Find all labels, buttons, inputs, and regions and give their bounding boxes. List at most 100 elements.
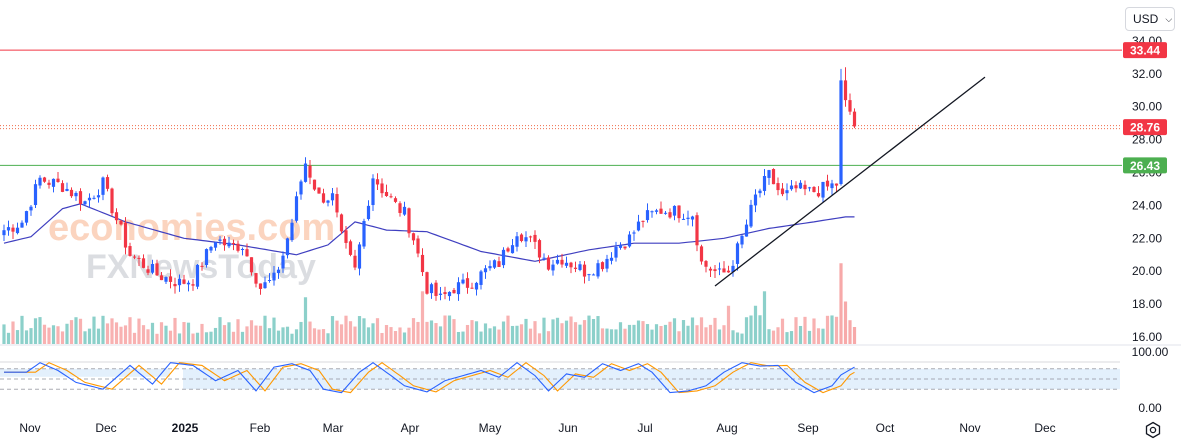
candle-body	[182, 279, 186, 284]
candle-body	[573, 267, 578, 269]
volume-bar	[2, 324, 6, 344]
candle-body	[33, 184, 38, 206]
candle-body	[830, 183, 834, 189]
candle-body	[519, 234, 524, 242]
volume-bar	[771, 330, 776, 344]
volume-bar	[807, 330, 812, 344]
volume-bar	[335, 320, 339, 344]
candle-body	[438, 293, 443, 295]
volume-bar	[560, 323, 564, 344]
volume-bar	[717, 329, 722, 344]
candle-body	[470, 287, 474, 289]
candle-body	[767, 170, 771, 178]
candle-body	[321, 193, 326, 203]
candle-body	[560, 259, 564, 265]
volume-bar	[668, 321, 672, 344]
volume-bar	[20, 315, 24, 344]
candle-body	[29, 206, 33, 211]
volume-bar	[564, 320, 569, 344]
time-tick-label: Nov	[959, 421, 980, 435]
candle-body	[492, 260, 497, 268]
candle-body	[110, 188, 114, 214]
volume-bar	[627, 324, 632, 344]
volume-bar	[641, 321, 645, 344]
volume-bar	[834, 316, 839, 344]
candle-body	[11, 227, 15, 232]
volume-bar	[209, 331, 213, 344]
candle-body	[528, 236, 533, 238]
currency-selector[interactable]: USD ⌵	[1125, 7, 1175, 31]
candle-body	[452, 289, 456, 294]
volume-bar	[357, 316, 362, 344]
candle-body	[771, 169, 776, 185]
volume-bar	[438, 326, 443, 344]
candle-body	[281, 255, 285, 269]
volume-bar	[6, 332, 11, 344]
candle-body	[236, 243, 240, 251]
candle-body	[83, 201, 87, 205]
candle-body	[407, 208, 411, 234]
candle-body	[497, 261, 501, 267]
volume-bar	[393, 331, 398, 344]
watermark: economies.com FXNewsToday	[48, 207, 335, 286]
volume-bar	[551, 319, 555, 344]
volume-bar	[816, 328, 821, 344]
candle-body	[92, 197, 96, 199]
volume-bar	[371, 323, 375, 344]
candle-body	[137, 257, 141, 259]
volume-bar	[51, 325, 56, 344]
volume-bar	[240, 331, 245, 344]
volume-bar	[533, 321, 537, 344]
candle-body	[411, 233, 416, 241]
volume-bar	[645, 324, 650, 344]
volume-bar	[672, 318, 677, 344]
candle-body	[150, 264, 155, 273]
candle-body	[627, 234, 632, 247]
volume-bar	[42, 324, 47, 344]
candle-body	[708, 268, 713, 271]
volume-bar	[825, 315, 830, 344]
candle-body	[596, 263, 600, 277]
chevron-down-icon: ⌵	[1165, 13, 1173, 24]
candle-body	[663, 212, 668, 214]
volume-bar	[398, 327, 402, 344]
candle-body	[105, 177, 110, 189]
candle-body	[740, 235, 744, 245]
volume-bar	[758, 315, 762, 344]
volume-bar	[47, 327, 51, 344]
price-chart[interactable]: economies.com FXNewsToday 34.0032.0030.0…	[0, 0, 1181, 447]
volume-bar	[330, 316, 335, 344]
volume-bar	[492, 326, 497, 344]
candle-body	[123, 222, 128, 248]
volume-bar	[681, 320, 686, 344]
candle-body	[132, 256, 137, 258]
volume-bar	[749, 315, 753, 344]
volume-bar	[699, 317, 704, 344]
price-tick-label: 24.00	[1132, 198, 1162, 212]
candle-body	[839, 80, 843, 185]
candle-body	[672, 205, 677, 216]
volume-bar	[56, 326, 60, 344]
candle-body	[362, 221, 366, 247]
candle-body	[168, 276, 173, 282]
volume-bar	[708, 324, 713, 344]
volume-bar	[821, 328, 825, 344]
candle-body	[128, 246, 132, 256]
candle-body	[578, 264, 582, 270]
volume-bar	[582, 320, 587, 344]
candle-body	[641, 220, 645, 222]
candle-body	[371, 178, 375, 206]
gear-icon[interactable]	[1144, 421, 1162, 439]
volume-bar	[186, 322, 191, 344]
volume-bar	[263, 315, 267, 344]
volume-bar	[294, 329, 299, 344]
volume-bar	[195, 332, 200, 344]
candle-body	[213, 242, 218, 248]
volume-bar	[402, 332, 407, 344]
price-tick-label: 22.00	[1132, 231, 1162, 245]
volume-bar	[146, 329, 150, 344]
volume-bar	[515, 325, 519, 344]
volume-bar	[236, 319, 240, 344]
volume-bar	[362, 318, 366, 344]
candle-body	[209, 246, 213, 251]
